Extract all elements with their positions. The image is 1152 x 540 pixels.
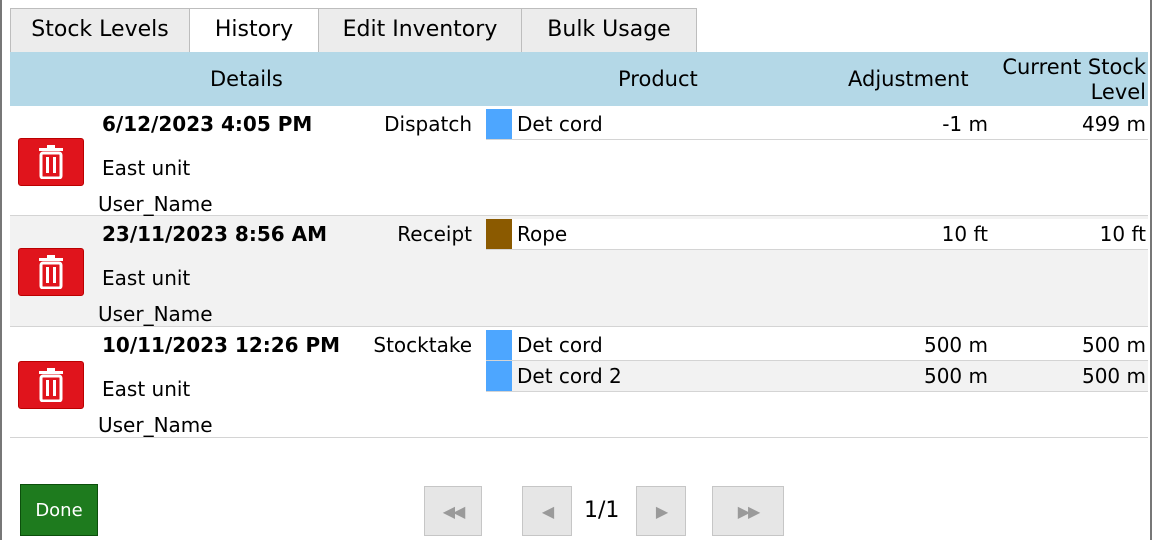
product-line: Det cord 2 500 m 500 m xyxy=(486,361,1148,392)
record-date: 23/11/2023 8:56 AM xyxy=(102,222,327,246)
last-page-button[interactable]: ▶▶ xyxy=(712,486,784,536)
product-current-stock: 500 m xyxy=(1081,364,1146,388)
record-type: Receipt xyxy=(397,222,472,246)
record-user: User_Name xyxy=(98,192,213,216)
product-current-stock: 499 m xyxy=(1081,112,1146,136)
tab-edit-inventory[interactable]: Edit Inventory xyxy=(318,8,522,52)
product-adjustment: 500 m xyxy=(923,333,988,357)
delete-button[interactable] xyxy=(18,248,84,296)
product-name: Det cord xyxy=(517,333,603,357)
product-adjustment: 10 ft xyxy=(941,222,988,246)
product-adjustment: 500 m xyxy=(923,364,988,388)
product-color-swatch xyxy=(486,361,512,391)
column-header-details: Details xyxy=(210,67,283,91)
delete-button[interactable] xyxy=(18,361,84,409)
next-page-button[interactable]: ▶ xyxy=(636,486,686,536)
left-arrow-icon: ◀ xyxy=(541,501,554,521)
product-current-stock: 10 ft xyxy=(1099,222,1146,246)
column-header-current-stock: Current Stock Level xyxy=(1002,55,1146,104)
product-color-swatch xyxy=(486,330,512,360)
record-location: East unit xyxy=(102,377,191,401)
tab-history[interactable]: History xyxy=(189,8,319,52)
double-right-arrow-icon: ▶▶ xyxy=(737,501,761,521)
column-header-adjustment: Adjustment xyxy=(848,67,969,91)
double-left-arrow-icon: ◀◀ xyxy=(442,501,466,521)
record-user: User_Name xyxy=(98,413,213,437)
table-row: 6/12/2023 4:05 PM East unit User_Name Di… xyxy=(10,106,1148,216)
tab-stock-levels[interactable]: Stock Levels xyxy=(10,8,190,52)
product-line: Det cord -1 m 499 m xyxy=(486,109,1148,140)
record-location: East unit xyxy=(102,266,191,290)
record-type: Dispatch xyxy=(384,112,472,136)
record-user: User_Name xyxy=(98,302,213,326)
delete-button[interactable] xyxy=(18,138,84,186)
record-date: 6/12/2023 4:05 PM xyxy=(102,112,313,136)
tab-bulk-usage[interactable]: Bulk Usage xyxy=(521,8,697,52)
product-color-swatch xyxy=(486,109,512,139)
product-line: Rope 10 ft 10 ft xyxy=(486,219,1148,250)
record-type: Stocktake xyxy=(373,333,472,357)
product-name: Rope xyxy=(517,222,568,246)
trash-icon xyxy=(39,255,63,289)
product-adjustment: -1 m xyxy=(942,112,988,136)
product-color-swatch xyxy=(486,219,512,249)
product-current-stock: 500 m xyxy=(1081,333,1146,357)
product-name: Det cord 2 xyxy=(517,364,622,388)
record-date: 10/11/2023 12:26 PM xyxy=(102,333,341,357)
column-header-product: Product xyxy=(618,67,698,91)
previous-page-button[interactable]: ◀ xyxy=(522,486,572,536)
tab-bar: Stock Levels History Edit Inventory Bulk… xyxy=(10,8,697,52)
first-page-button[interactable]: ◀◀ xyxy=(424,486,482,536)
trash-icon xyxy=(39,145,63,179)
record-location: East unit xyxy=(102,156,191,180)
done-button[interactable]: Done xyxy=(20,484,98,536)
table-row: 10/11/2023 12:26 PM East unit User_Name … xyxy=(10,327,1148,438)
trash-icon xyxy=(39,368,63,402)
right-arrow-icon: ▶ xyxy=(655,501,668,521)
table-row: 23/11/2023 8:56 AM East unit User_Name R… xyxy=(10,216,1148,327)
page-indicator: 1/1 xyxy=(584,498,620,523)
product-name: Det cord xyxy=(517,112,603,136)
table-header: Details Product Adjustment Current Stock… xyxy=(10,52,1148,106)
product-line: Det cord 500 m 500 m xyxy=(486,330,1148,361)
